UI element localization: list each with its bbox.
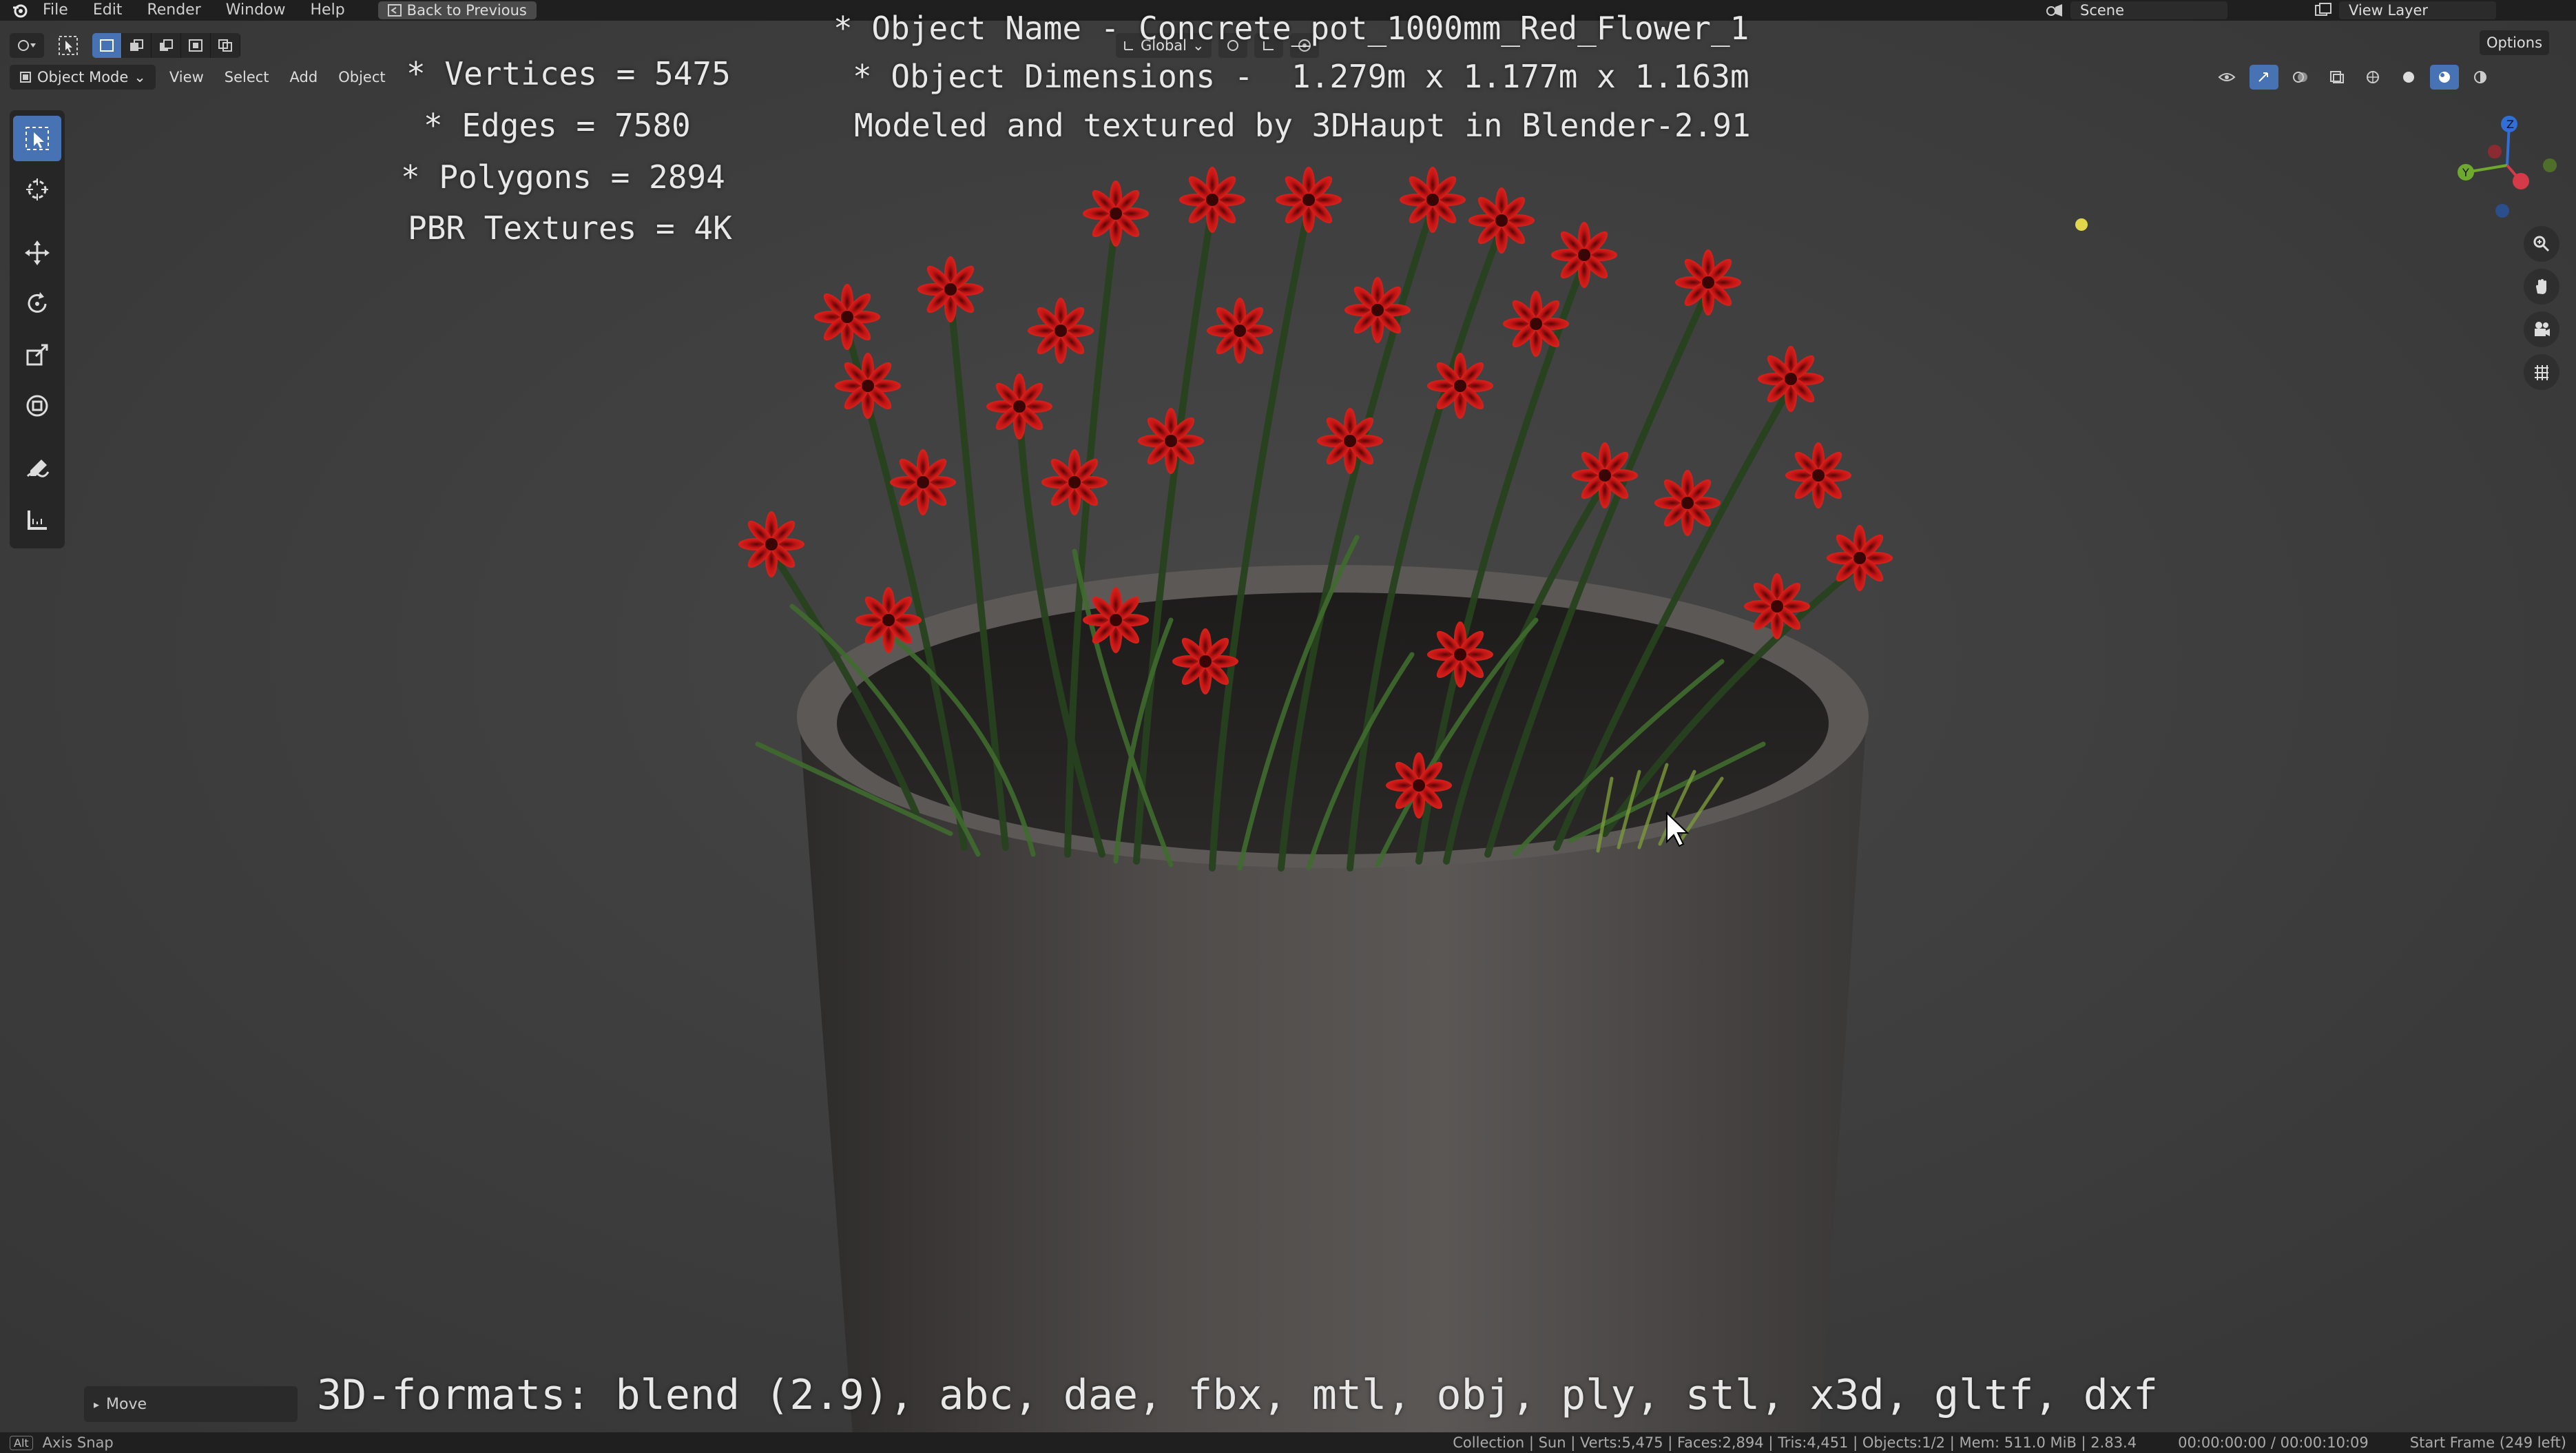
rendered-shading-icon[interactable] xyxy=(2466,65,2495,90)
chevron-down-icon: ⌄ xyxy=(134,69,146,85)
menu-render[interactable]: Render xyxy=(134,0,213,21)
svg-text:Z: Z xyxy=(2506,118,2514,131)
overlays-icon[interactable] xyxy=(2285,65,2316,90)
menu-help[interactable]: Help xyxy=(298,0,357,21)
object-mode-dropdown[interactable]: Object Mode ⌄ xyxy=(10,65,156,90)
grid-icon[interactable] xyxy=(2524,354,2559,390)
stat-polygons: * Polygons = 2894 xyxy=(401,158,725,196)
back-icon xyxy=(387,4,402,17)
options-label: Options xyxy=(2486,34,2543,51)
gizmo-toggle-icon[interactable] xyxy=(2250,65,2278,90)
svg-text:Y: Y xyxy=(2462,166,2469,179)
select-new-icon[interactable] xyxy=(92,33,122,58)
solid-shading-icon[interactable] xyxy=(2394,65,2423,90)
back-to-previous-button[interactable]: Back to Previous xyxy=(377,1,537,19)
viewlayer-name-field[interactable]: View Layer xyxy=(2339,1,2496,19)
object-mode-label: Object Mode xyxy=(37,69,129,85)
axis-snap-hint: Axis Snap xyxy=(42,1434,114,1451)
object-mode-icon xyxy=(20,72,31,83)
object-name-text: * Object Name - Concrete_pot_1000mm_Red_… xyxy=(833,10,1749,47)
cursor-icon[interactable] xyxy=(13,167,61,212)
menu-select[interactable]: Select xyxy=(218,65,276,90)
viewlayer-selector[interactable]: View Layer xyxy=(2314,1,2496,19)
shading-controls xyxy=(2211,62,2495,92)
header-row-tools xyxy=(10,30,240,61)
playback-time: 00:00:00:00 / 00:00:10:09 xyxy=(2178,1434,2369,1451)
scene-selector[interactable]: Scene xyxy=(2046,1,2227,19)
last-operator-panel[interactable]: ▸ Move xyxy=(84,1386,298,1422)
stat-textures: PBR Textures = 4K xyxy=(408,209,732,247)
credit-text: Modeled and textured by 3DHaupt in Blend… xyxy=(854,107,1751,144)
pan-hand-icon[interactable] xyxy=(2524,269,2559,305)
measure-icon[interactable] xyxy=(13,497,61,543)
editor-type-icon[interactable] xyxy=(10,33,44,58)
xray-icon[interactable] xyxy=(2323,65,2351,90)
camera-icon[interactable] xyxy=(2524,311,2559,347)
header-row-menus: Object Mode ⌄ View Select Add Object xyxy=(10,62,393,92)
scene-icon xyxy=(2046,4,2062,17)
operator-label: Move xyxy=(106,1395,147,1413)
navigation-gizmo[interactable]: Z Y xyxy=(2438,110,2576,227)
select-mode-icon[interactable] xyxy=(51,33,85,58)
options-button[interactable]: Options xyxy=(2480,30,2550,55)
tool-shelf xyxy=(10,110,65,548)
zoom-icon[interactable] xyxy=(2524,226,2559,262)
blender-logo-icon[interactable] xyxy=(10,0,30,21)
expand-arrow-icon: ▸ xyxy=(94,1397,100,1411)
material-shading-icon[interactable] xyxy=(2430,65,2459,90)
menu-file[interactable]: File xyxy=(30,0,81,21)
select-intersect-icon[interactable] xyxy=(211,33,240,58)
menu-object[interactable]: Object xyxy=(331,65,392,90)
move-icon[interactable] xyxy=(13,230,61,276)
visibility-icon[interactable] xyxy=(2211,65,2243,90)
viewport-canvas[interactable] xyxy=(0,0,2576,1453)
status-bar: Alt Axis Snap Collection | Sun | Verts:5… xyxy=(0,1432,2576,1453)
menu-add[interactable]: Add xyxy=(283,65,325,90)
select-invert-icon[interactable] xyxy=(181,33,211,58)
select-box-icon[interactable] xyxy=(13,116,61,161)
scene-statistics: Collection | Sun | Verts:5,475 | Faces:2… xyxy=(1453,1434,2137,1451)
menu-view[interactable]: View xyxy=(163,65,211,90)
start-frame-info: Start Frame (249 left) xyxy=(2409,1434,2566,1451)
rotate-icon[interactable] xyxy=(13,281,61,327)
back-label: Back to Previous xyxy=(406,2,527,19)
select-extend-icon[interactable] xyxy=(122,33,152,58)
gizmo-x-axis[interactable] xyxy=(2513,173,2529,189)
formats-text: 3D-formats: blend (2.9), abc, dae, fbx, … xyxy=(317,1371,2159,1419)
scene-name-field[interactable]: Scene xyxy=(2070,1,2227,19)
light-gizmo[interactable] xyxy=(2075,218,2088,231)
scale-icon[interactable] xyxy=(13,332,61,378)
menu-edit[interactable]: Edit xyxy=(81,0,135,21)
wireframe-shading-icon[interactable] xyxy=(2358,65,2387,90)
stat-vertices: * Vertices = 5475 xyxy=(406,55,731,92)
alt-key-hint: Alt xyxy=(10,1435,33,1450)
transform-icon[interactable] xyxy=(13,383,61,429)
menu-window[interactable]: Window xyxy=(214,0,298,21)
stat-edges: * Edges = 7580 xyxy=(424,107,691,144)
annotate-icon[interactable] xyxy=(13,446,61,492)
selection-mode-group xyxy=(92,33,240,58)
viewlayer-icon xyxy=(2315,3,2331,16)
object-dimensions-text: * Object Dimensions - 1.279m x 1.177m x … xyxy=(853,58,1749,95)
concrete-pot xyxy=(797,565,1869,1453)
select-subtract-icon[interactable] xyxy=(152,33,181,58)
